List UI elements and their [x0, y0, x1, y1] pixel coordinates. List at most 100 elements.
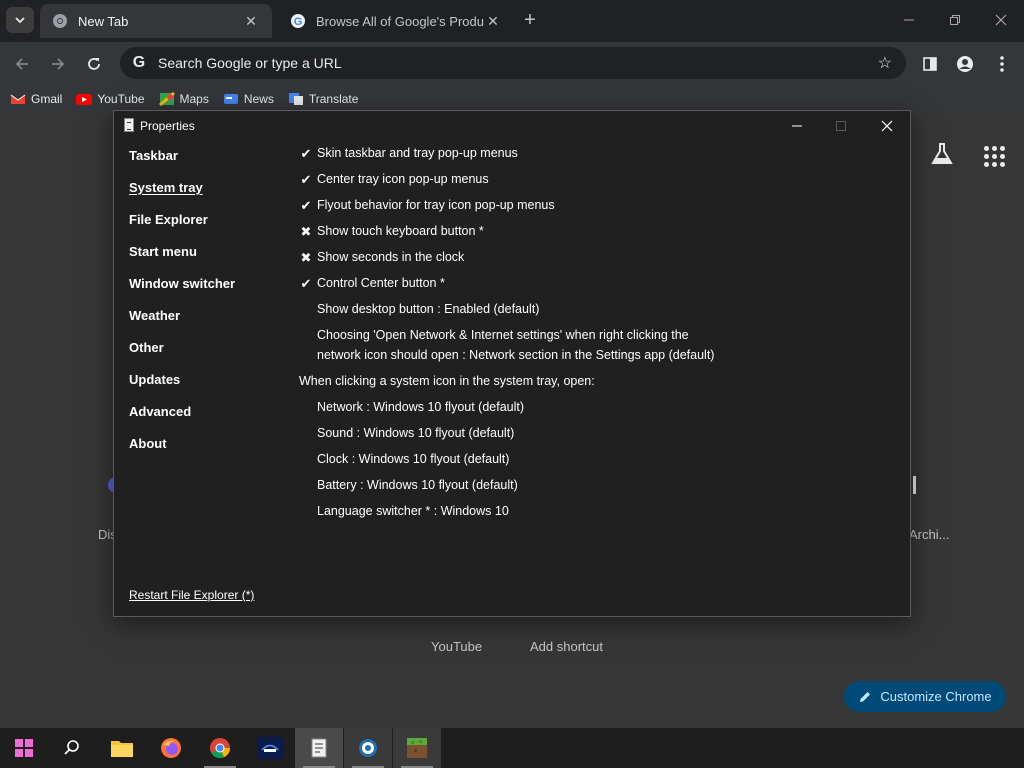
section-header: When clicking a system icon in the syste… [299, 374, 595, 388]
minimize-button[interactable] [886, 6, 932, 34]
windows-taskbar [0, 728, 1024, 768]
option-flyout-behavior[interactable]: Flyout behavior for tray icon pop-up men… [317, 198, 555, 212]
search-button[interactable] [48, 728, 96, 768]
apps-dot [992, 146, 997, 151]
nav-taskbar[interactable]: Taskbar [129, 148, 178, 163]
close-tab-icon[interactable]: ✕ [242, 13, 260, 30]
customize-chrome-button[interactable]: Customize Chrome [844, 681, 1006, 712]
google-favicon-icon: G [290, 13, 306, 29]
option-control-center[interactable]: Control Center button * [317, 276, 445, 290]
tab-strip: New Tab ✕ G Browse All of Google's Produ… [0, 0, 1024, 42]
search-input[interactable] [158, 55, 906, 71]
shortcut-label[interactable]: YouTube [431, 639, 482, 654]
restart-file-explorer-link[interactable]: Restart File Explorer (*) [129, 588, 254, 602]
close-window-button[interactable] [978, 6, 1024, 34]
reload-button[interactable] [80, 50, 108, 78]
start-button[interactable] [0, 728, 48, 768]
nav-updates[interactable]: Updates [129, 372, 180, 387]
chrome-menu-button[interactable] [988, 50, 1016, 78]
bookmark-label: Maps [179, 92, 209, 106]
bookmark-label: Translate [308, 92, 359, 106]
new-tab-button[interactable]: + [518, 9, 542, 33]
apps-dot [1000, 154, 1005, 159]
gmail-icon [10, 94, 26, 104]
forward-button[interactable] [44, 50, 72, 78]
option-show-desktop[interactable]: Show desktop button : Enabled (default) [317, 302, 539, 316]
chrome-button[interactable] [196, 728, 244, 768]
bookmark-translate[interactable]: Translate [288, 92, 359, 106]
nav-system-tray[interactable]: System tray [129, 180, 203, 195]
maximize-icon [836, 121, 846, 131]
disney-plus-icon [257, 737, 283, 759]
option-language-switcher[interactable]: Language switcher * : Windows 10 [317, 504, 509, 518]
settings-button[interactable] [344, 728, 392, 768]
tab-search-button[interactable] [6, 7, 34, 33]
apps-dot [984, 146, 989, 151]
browser-toolbar: G ☆ [0, 42, 1024, 86]
settings-gear-icon [359, 739, 377, 757]
option-network-settings-cont[interactable]: network icon should open : Network secti… [317, 348, 714, 362]
close-icon [881, 120, 893, 132]
nav-file-explorer[interactable]: File Explorer [129, 212, 208, 227]
restore-icon [950, 15, 960, 25]
close-tab-icon[interactable]: ✕ [484, 13, 502, 30]
file-explorer-button[interactable] [98, 728, 146, 768]
nav-window-switcher[interactable]: Window switcher [129, 276, 235, 291]
checkmark-icon: ✔ [300, 172, 312, 187]
apps-dot [984, 154, 989, 159]
address-bar[interactable]: G ☆ [120, 47, 906, 79]
search-icon [64, 740, 79, 755]
side-panel-button[interactable] [916, 50, 944, 78]
pencil-icon [860, 691, 871, 702]
dialog-titlebar[interactable]: Properties [114, 111, 910, 141]
properties-app-icon [124, 118, 134, 132]
chrome-labs-button[interactable] [928, 140, 956, 168]
nav-weather[interactable]: Weather [129, 308, 180, 323]
chrome-icon [210, 738, 231, 759]
bookmark-news[interactable]: News [223, 92, 274, 106]
back-button[interactable] [8, 50, 36, 78]
tab-title: Browse All of Google's Products [316, 13, 484, 29]
tab-new-tab[interactable]: New Tab ✕ [40, 4, 272, 38]
windows-icon [15, 739, 33, 757]
bookmark-star-icon[interactable]: ☆ [878, 53, 892, 73]
tab-google-products[interactable]: G Browse All of Google's Products ✕ [278, 4, 514, 38]
dialog-minimize-button[interactable] [774, 111, 820, 141]
nav-about[interactable]: About [129, 436, 167, 451]
option-sound-flyout[interactable]: Sound : Windows 10 flyout (default) [317, 426, 514, 440]
option-network-flyout[interactable]: Network : Windows 10 flyout (default) [317, 400, 524, 414]
minecraft-button[interactable] [393, 728, 441, 768]
option-touch-keyboard[interactable]: Show touch keyboard button * [317, 224, 484, 238]
google-apps-button[interactable] [978, 140, 1006, 168]
option-network-settings[interactable]: Choosing 'Open Network & Internet settin… [317, 328, 689, 342]
shortcut-label[interactable]: Archi... [909, 527, 949, 542]
add-shortcut-label[interactable]: Add shortcut [530, 639, 603, 654]
nav-advanced[interactable]: Advanced [129, 404, 191, 419]
svg-text:G: G [294, 16, 303, 28]
bookmark-youtube[interactable]: YouTube [76, 92, 145, 106]
bookmark-maps[interactable]: Maps [158, 92, 209, 106]
option-show-seconds[interactable]: Show seconds in the clock [317, 250, 464, 264]
properties-app-button[interactable] [295, 728, 343, 768]
disney-plus-button[interactable] [246, 728, 294, 768]
kebab-menu-icon [1000, 56, 1004, 72]
option-center-tray-menus[interactable]: Center tray icon pop-up menus [317, 172, 489, 186]
forward-arrow-icon [52, 58, 65, 70]
nav-other[interactable]: Other [129, 340, 164, 355]
option-clock-flyout[interactable]: Clock : Windows 10 flyout (default) [317, 452, 509, 466]
bookmark-label: Gmail [31, 92, 63, 106]
dialog-close-button[interactable] [864, 111, 910, 141]
option-battery-flyout[interactable]: Battery : Windows 10 flyout (default) [317, 478, 518, 492]
youtube-icon [76, 94, 93, 105]
firefox-button[interactable] [147, 728, 195, 768]
nav-start-menu[interactable]: Start menu [129, 244, 197, 259]
minecraft-icon [407, 738, 427, 758]
minimize-icon [792, 125, 802, 127]
restore-button[interactable] [932, 6, 978, 34]
apps-dot [1000, 146, 1005, 151]
folder-icon [111, 741, 133, 757]
profile-button[interactable] [951, 50, 979, 78]
firefox-icon [161, 738, 181, 758]
bookmark-gmail[interactable]: Gmail [10, 92, 62, 106]
option-skin-menus[interactable]: Skin taskbar and tray pop-up menus [317, 146, 518, 160]
